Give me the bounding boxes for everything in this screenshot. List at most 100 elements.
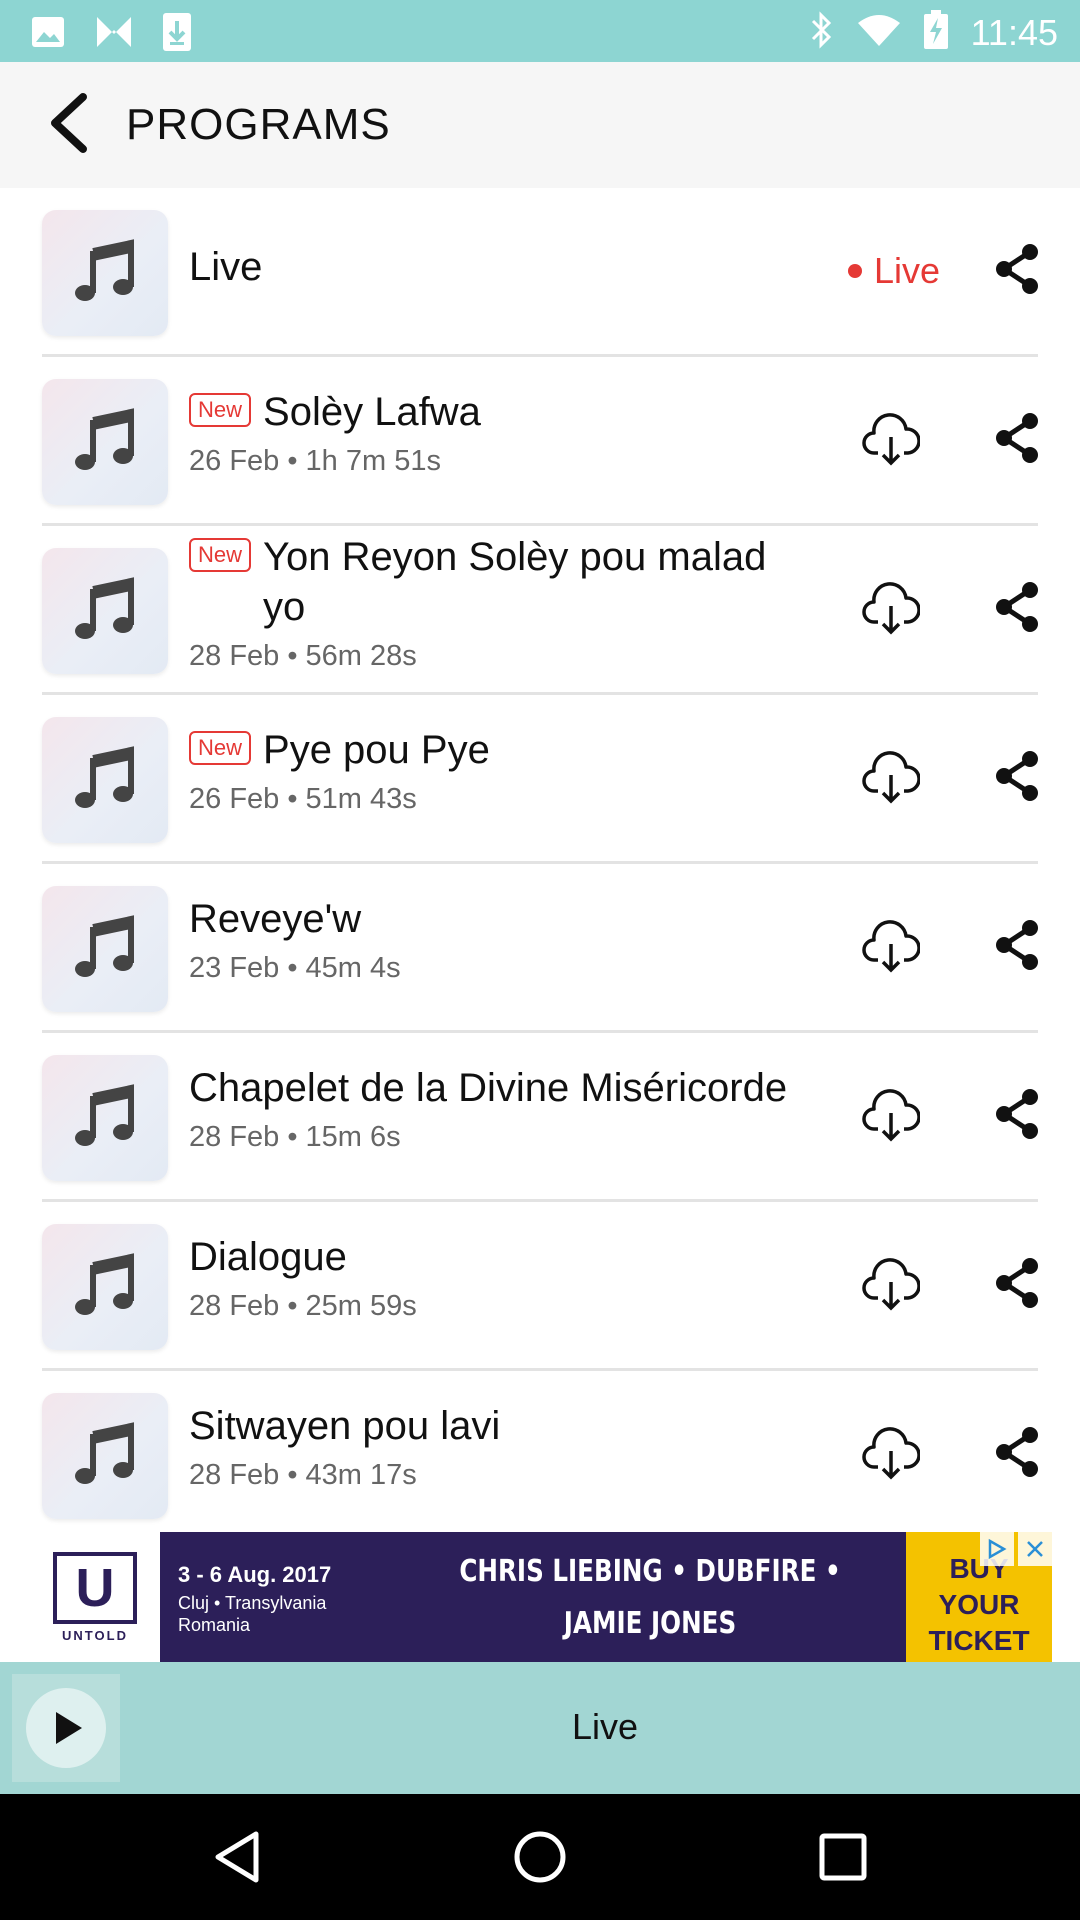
list-item-live[interactable]: Live Live <box>0 188 1080 357</box>
share-icon <box>996 244 1038 294</box>
program-thumbnail <box>42 210 168 336</box>
music-note-icon <box>73 576 137 646</box>
program-title: Pye pou Pye <box>263 728 490 772</box>
system-nav-bar <box>0 1794 1080 1920</box>
download-button[interactable] <box>862 411 921 469</box>
nav-recents-button[interactable] <box>808 1822 878 1892</box>
download-button[interactable] <box>862 918 921 976</box>
program-meta: 28 Feb • 25m 59s <box>189 1290 417 1322</box>
share-button[interactable] <box>992 411 1042 465</box>
ad-logo-mark: U <box>53 1551 137 1624</box>
back-triangle-icon <box>215 1831 259 1883</box>
program-meta: 26 Feb • 51m 43s <box>189 783 417 815</box>
mini-player[interactable]: Live <box>0 1662 1080 1794</box>
program-meta: 26 Feb • 1h 7m 51s <box>189 445 441 477</box>
player-title: Live <box>571 1706 639 1747</box>
program-title: Chapelet de la Divine Miséricorde <box>189 1066 788 1110</box>
cloud-download-icon <box>862 920 921 973</box>
share-icon <box>996 920 1038 970</box>
ad-date: 3 - 6 Aug. 2017 <box>178 1562 332 1587</box>
list-item[interactable]: New Pye pou Pye 26 Feb • 51m 43s <box>0 695 1080 864</box>
cloud-download-icon <box>862 1089 921 1142</box>
share-button[interactable] <box>992 1087 1042 1141</box>
share-icon <box>996 1258 1038 1308</box>
music-note-icon <box>73 1421 137 1491</box>
ad-artists-line2: LOCO DICE • SOLOMUN • SVEN VÄTH <box>437 1650 863 1662</box>
program-thumbnail <box>42 379 168 505</box>
app-bar: PROGRAMS <box>0 62 1080 188</box>
program-thumbnail <box>42 886 168 1012</box>
music-note-icon <box>73 745 137 815</box>
share-button[interactable] <box>992 749 1042 803</box>
n-icon <box>94 14 134 55</box>
list-item[interactable]: Reveye'w 23 Feb • 45m 4s <box>0 864 1080 1033</box>
music-note-icon <box>73 1252 137 1322</box>
ad-close-icon[interactable] <box>1018 1532 1052 1566</box>
image-icon <box>30 14 66 55</box>
home-circle-icon <box>514 1831 566 1883</box>
battery-icon <box>923 10 949 55</box>
ad-logo: U UNTOLD <box>30 1532 160 1662</box>
program-title: Sitwayen pou lavi <box>189 1404 501 1448</box>
back-button[interactable] <box>34 90 104 160</box>
program-meta: 28 Feb • 43m 17s <box>189 1459 417 1491</box>
new-badge: New <box>189 731 252 765</box>
download-button[interactable] <box>862 1256 921 1314</box>
live-dot-icon <box>847 264 862 278</box>
programs-list[interactable]: Live Live New Solèy Lafwa 26 Feb • 1h 7m… <box>0 188 1080 1532</box>
download-icon <box>162 12 192 57</box>
cloud-download-icon <box>862 413 921 466</box>
list-item[interactable]: Dialogue 28 Feb • 25m 59s <box>0 1202 1080 1371</box>
download-button[interactable] <box>862 749 921 807</box>
download-button[interactable] <box>862 1425 921 1483</box>
live-status-label: Live <box>873 250 940 291</box>
share-button[interactable] <box>992 1256 1042 1310</box>
share-icon <box>996 582 1038 632</box>
program-thumbnail <box>42 1055 168 1181</box>
share-button[interactable] <box>992 242 1042 296</box>
list-item[interactable]: New Solèy Lafwa 26 Feb • 1h 7m 51s <box>0 357 1080 526</box>
cloud-download-icon <box>862 1427 921 1480</box>
program-thumbnail <box>42 548 168 674</box>
share-button[interactable] <box>992 918 1042 972</box>
program-title: Yon Reyon Solèy pou malad yo <box>263 535 767 629</box>
list-item[interactable]: Sitwayen pou lavi 28 Feb • 43m 17s <box>0 1371 1080 1532</box>
program-thumbnail <box>42 1224 168 1350</box>
program-meta: 28 Feb • 56m 28s <box>189 640 417 672</box>
share-button[interactable] <box>992 1425 1042 1479</box>
status-time: 11:45 <box>970 11 1058 53</box>
share-icon <box>996 751 1038 801</box>
recents-square-icon <box>819 1833 867 1881</box>
download-button[interactable] <box>862 1087 921 1145</box>
cloud-download-icon <box>862 582 921 635</box>
program-thumbnail <box>42 1393 168 1519</box>
ad-artists: CHRIS LIEBING • DUBFIRE • JAMIE JONES LO… <box>437 1546 863 1662</box>
new-badge: New <box>189 538 252 572</box>
back-arrow-icon <box>47 92 91 158</box>
share-icon <box>996 413 1038 463</box>
ad-logo-text: UNTOLD <box>62 1627 128 1643</box>
list-item[interactable]: Chapelet de la Divine Miséricorde 28 Feb… <box>0 1033 1080 1202</box>
share-icon <box>996 1089 1038 1139</box>
live-status: Live <box>847 250 940 292</box>
nav-home-button[interactable] <box>505 1822 575 1892</box>
ad-place-line1: Cluj • Transylvania <box>178 1593 327 1613</box>
ad-choices-icon[interactable] <box>980 1532 1014 1566</box>
ad-artists-line1: CHRIS LIEBING • DUBFIRE • JAMIE JONES <box>459 1554 841 1641</box>
ad-banner[interactable]: U UNTOLD 3 - 6 Aug. 2017 Cluj • Transylv… <box>30 1532 1052 1662</box>
music-note-icon <box>73 238 137 308</box>
program-meta: 23 Feb • 45m 4s <box>189 952 401 984</box>
list-item[interactable]: New Yon Reyon Solèy pou malad yo 28 Feb … <box>0 526 1080 695</box>
bluetooth-icon <box>809 11 835 54</box>
program-meta: 28 Feb • 15m 6s <box>189 1121 401 1153</box>
program-title: Reveye'w <box>189 897 362 941</box>
new-badge: New <box>189 393 252 427</box>
nav-back-button[interactable] <box>202 1822 272 1892</box>
share-button[interactable] <box>992 580 1042 634</box>
program-thumbnail <box>42 717 168 843</box>
status-bar: 11:45 <box>0 0 1080 62</box>
music-note-icon <box>73 407 137 477</box>
ad-place-line2: Romania <box>178 1615 251 1635</box>
program-title: Dialogue <box>189 1235 347 1279</box>
download-button[interactable] <box>862 580 921 638</box>
